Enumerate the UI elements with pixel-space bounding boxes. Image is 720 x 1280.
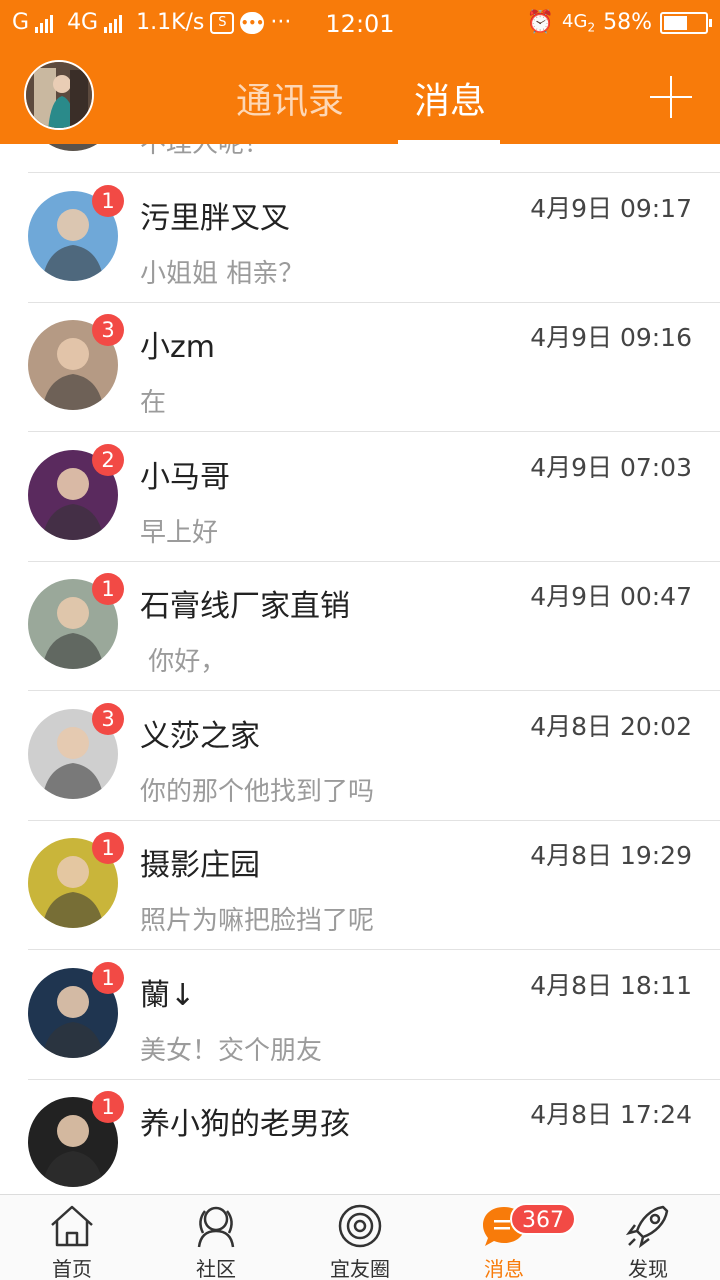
rocket-icon <box>625 1205 669 1249</box>
my-avatar-image <box>26 62 92 128</box>
conversation-row[interactable]: 2 小马哥 4月9日 07:03 早上好 <box>0 432 720 562</box>
message-preview: 不理人呢？ <box>140 144 271 159</box>
message-time: 4月8日 20:02 <box>530 711 692 741</box>
message-time: 4月8日 19:29 <box>530 841 692 870</box>
conversation-row[interactable]: 1 污里胖叉叉 4月9日 09:17 小姐姐 相亲？ <box>0 173 720 303</box>
nav-discover[interactable]: 发现 <box>576 1195 720 1280</box>
nav-community[interactable]: 社区 <box>144 1195 288 1280</box>
unread-badge: 2 <box>92 443 124 476</box>
contact-name: 小zm <box>140 330 215 365</box>
unread-badge: 3 <box>92 702 124 735</box>
circle-icon <box>338 1204 382 1248</box>
conversation-row[interactable]: 2Jimmy52504月9日 09:26不理人呢？ <box>0 144 720 173</box>
tab-messages[interactable]: 消息 <box>414 72 486 124</box>
message-time: 4月8日 18:11 <box>530 970 692 1000</box>
nav-community-label: 社区 <box>196 1257 236 1280</box>
unread-badge: 1 <box>92 832 124 864</box>
network-type: 4G <box>562 10 588 32</box>
message-preview: 小姐姐 相亲？ <box>140 258 305 289</box>
contact-name: 小马哥 <box>140 459 230 495</box>
message-preview: 你好， <box>140 647 227 677</box>
contact-name: 蘭↓ <box>140 977 196 1013</box>
unread-badge: 1 <box>92 1091 124 1123</box>
unread-badge: 3 <box>92 314 124 346</box>
conversation-row[interactable]: 3 义莎之家 4月8日 20:02 你的那个他找到了吗 <box>0 691 720 821</box>
message-preview: 早上好 <box>140 517 219 548</box>
nav-home[interactable]: 首页 <box>0 1195 144 1280</box>
app-root: G 4G 1.1K/s S ••• ··· 12:01 ⏰ 4G2 58% 通讯… <box>0 0 720 1280</box>
nav-circle-label: 宜友圈 <box>330 1257 390 1280</box>
battery-level <box>664 15 687 30</box>
nav-discover-label: 发现 <box>628 1257 668 1280</box>
message-time: 4月9日 00:47 <box>530 582 692 611</box>
status-right: ⏰ 4G2 58% <box>526 10 712 35</box>
home-icon <box>51 1205 93 1247</box>
contact-name: 污里胖叉叉 <box>140 200 290 236</box>
unread-badge: 1 <box>92 184 124 217</box>
message-time: 4月9日 09:17 <box>530 193 692 223</box>
message-time: 4月9日 09:16 <box>530 323 692 352</box>
contact-name: 养小狗的老男孩 <box>140 1107 350 1142</box>
message-time: 4月8日 17:24 <box>530 1100 692 1129</box>
conversation-row[interactable]: 1 摄影庄园 4月8日 19:29 照片为嘛把脸挡了呢 <box>0 820 720 950</box>
alarm-icon: ⏰ <box>526 10 555 35</box>
bottom-nav: 首页 社区 宜友圈 消息 367 发现 <box>0 1194 720 1280</box>
message-preview: 照片为嘛把脸挡了呢 <box>140 906 375 936</box>
message-time: 4月9日 07:03 <box>530 452 692 482</box>
messages-unread-badge: 367 <box>510 1203 576 1235</box>
nav-messages-label: 消息 <box>484 1257 524 1280</box>
conversation-row[interactable]: 3 小zm 4月9日 09:16 在 <box>0 302 720 432</box>
tab-contacts[interactable]: 通讯录 <box>236 72 344 124</box>
add-button[interactable] <box>648 74 694 120</box>
network-sub: 2 <box>587 20 596 35</box>
message-preview: 美女！交个朋友 <box>140 1035 323 1066</box>
message-preview: 在 <box>140 388 167 418</box>
app-header: 通讯录 消息 <box>0 48 720 145</box>
avatar-image <box>28 144 118 151</box>
contact-name: 义莎之家 <box>140 718 260 754</box>
conversation-row[interactable]: 1 蘭↓ 4月8日 18:11 美女！交个朋友 <box>0 950 720 1080</box>
conversation-row[interactable]: 1 石膏线厂家直销 4月9日 00:47 你好， <box>0 561 720 691</box>
status-bar: G 4G 1.1K/s S ••• ··· 12:01 ⏰ 4G2 58% <box>0 0 720 48</box>
contact-avatar[interactable] <box>28 144 118 151</box>
conversation-row[interactable]: 1 养小狗的老男孩 4月8日 17:24 <box>0 1079 720 1194</box>
unread-badge: 1 <box>92 961 124 994</box>
community-icon <box>197 1206 235 1248</box>
contact-name: 摄影庄园 <box>140 848 260 883</box>
my-avatar[interactable] <box>24 60 94 130</box>
battery-icon <box>660 11 712 34</box>
nav-home-label: 首页 <box>52 1257 92 1280</box>
conversation-list[interactable]: 2Jimmy52504月9日 09:26不理人呢？ 1 污里胖叉叉 4月9日 09:1… <box>0 144 720 1194</box>
contact-name: 石膏线厂家直销 <box>140 589 350 624</box>
battery-percent: 58% <box>603 10 652 35</box>
unread-badge: 1 <box>92 573 124 605</box>
network-label: 4G2 <box>562 11 595 35</box>
nav-circle[interactable]: 宜友圈 <box>288 1195 432 1280</box>
message-preview: 你的那个他找到了吗 <box>140 776 375 807</box>
